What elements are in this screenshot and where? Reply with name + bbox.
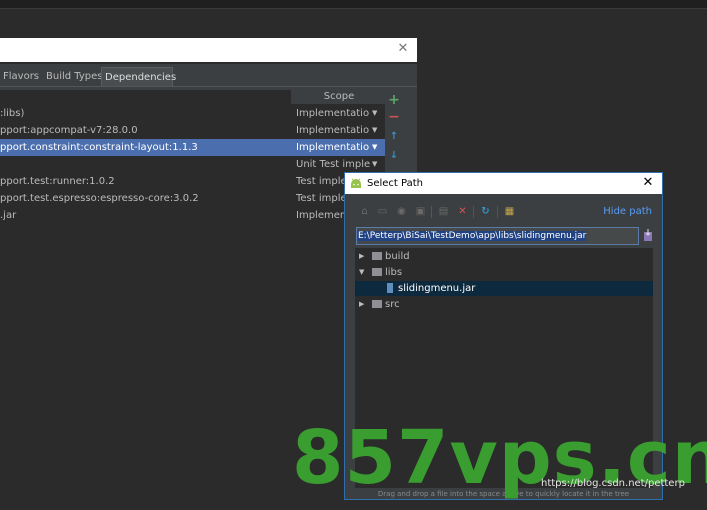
- toolbar-separator: [431, 206, 432, 218]
- minus-icon[interactable]: −: [387, 110, 401, 124]
- table-row-selected[interactable]: pport.constraint:constraint-layout:1.1.3…: [0, 139, 385, 156]
- android-icon: [351, 178, 361, 188]
- hide-path-link[interactable]: Hide path: [603, 206, 652, 217]
- dependency-scope[interactable]: Implementation: [296, 105, 370, 122]
- tree-item-src[interactable]: ▶ src: [355, 297, 653, 312]
- select-path-titlebar: Select Path ✕: [345, 173, 662, 194]
- titlebar-divider: [0, 62, 417, 64]
- tree-item-label: build: [385, 251, 410, 262]
- dependency-name: pport.test:runner:1.0.2: [0, 176, 115, 187]
- folder-icon: [372, 300, 382, 308]
- arrow-up-icon[interactable]: ↑: [387, 130, 401, 144]
- dialog-title: Select Path: [367, 178, 423, 189]
- refresh-icon[interactable]: ↻: [479, 205, 492, 218]
- plus-icon[interactable]: +: [387, 93, 401, 107]
- project-structure-titlebar: ✕: [0, 38, 417, 62]
- dependency-name: pport.test.espresso:espresso-core:3.0.2: [0, 193, 199, 204]
- tab-dependencies[interactable]: Dependencies: [101, 67, 176, 86]
- tree-item-label: src: [385, 299, 400, 310]
- table-row[interactable]: :libs) Implementation ▼: [0, 105, 385, 122]
- new-folder-icon[interactable]: ▤: [437, 205, 450, 218]
- tree-item-libs[interactable]: ▼ libs: [355, 265, 653, 280]
- expand-arrow-icon[interactable]: ▶: [359, 249, 364, 264]
- tab-flavors[interactable]: Flavors: [0, 67, 42, 86]
- toolbar-separator: [473, 206, 474, 218]
- dependency-scope[interactable]: Implementation: [296, 122, 370, 139]
- toolbar-separator: [497, 206, 498, 218]
- folder-icon: [372, 252, 382, 260]
- table-row[interactable]: pport:appcompat-v7:28.0.0 Implementation…: [0, 122, 385, 139]
- scope-dropdown-icon[interactable]: ▼: [372, 105, 377, 122]
- path-field[interactable]: E:\Petterp\BiSai\TestDemo\app\libs\slidi…: [356, 227, 639, 245]
- expand-arrow-icon[interactable]: ▶: [359, 297, 364, 312]
- module-tabs: Flavors Build Types Dependencies: [0, 67, 417, 87]
- history-icon[interactable]: [643, 229, 653, 242]
- desktop-icon[interactable]: ▭: [376, 205, 389, 218]
- tab-build-types[interactable]: Build Types: [43, 67, 105, 86]
- close-icon[interactable]: ✕: [395, 41, 411, 57]
- top-toolbar-strip: [0, 0, 707, 8]
- table-row[interactable]: Unit Test implem... ▼: [0, 156, 385, 173]
- top-divider: [0, 8, 707, 9]
- path-value: E:\Petterp\BiSai\TestDemo\app\libs\slidi…: [358, 231, 587, 241]
- delete-icon[interactable]: ✕: [456, 205, 469, 218]
- dependency-name: :libs): [0, 108, 25, 119]
- tree-item-build[interactable]: ▶ build: [355, 249, 653, 264]
- tree-item-label: slidingmenu.jar: [398, 283, 476, 294]
- tree-item-label: libs: [385, 267, 403, 278]
- android-module-icon[interactable]: ◉: [395, 205, 408, 218]
- table-row[interactable]: pport.test.espresso:espresso-core:3.0.2 …: [0, 190, 385, 207]
- scope-dropdown-icon[interactable]: ▼: [372, 156, 377, 173]
- dependency-name: pport:appcompat-v7:28.0.0: [0, 125, 138, 136]
- dependency-name: pport.constraint:constraint-layout:1.1.3: [0, 142, 198, 153]
- table-row[interactable]: .jar Implementa: [0, 207, 385, 224]
- arrow-down-icon[interactable]: ↓: [387, 149, 401, 163]
- folder-icon: [372, 268, 382, 276]
- collapse-arrow-icon[interactable]: ▼: [359, 265, 364, 280]
- scope-dropdown-icon[interactable]: ▼: [372, 139, 377, 156]
- show-hidden-icon[interactable]: ▦: [503, 205, 516, 218]
- tree-item-slidingmenu-jar[interactable]: slidingmenu.jar: [355, 281, 653, 296]
- scope-column-header[interactable]: Scope: [291, 90, 386, 104]
- project-icon[interactable]: ▣: [414, 205, 427, 218]
- jar-file-icon: [387, 283, 393, 293]
- table-row[interactable]: pport.test:runner:1.0.2 Test implem: [0, 173, 385, 190]
- close-icon[interactable]: ✕: [640, 175, 656, 191]
- home-icon[interactable]: ⌂: [358, 205, 371, 218]
- dependency-scope[interactable]: Implementation: [296, 139, 370, 156]
- dependency-scope[interactable]: Unit Test implem...: [296, 156, 370, 173]
- tab-underline: [0, 86, 417, 87]
- scope-dropdown-icon[interactable]: ▼: [372, 122, 377, 139]
- dependency-name: .jar: [0, 210, 17, 221]
- credit-text: https://blog.csdn.net/petterp: [541, 478, 685, 489]
